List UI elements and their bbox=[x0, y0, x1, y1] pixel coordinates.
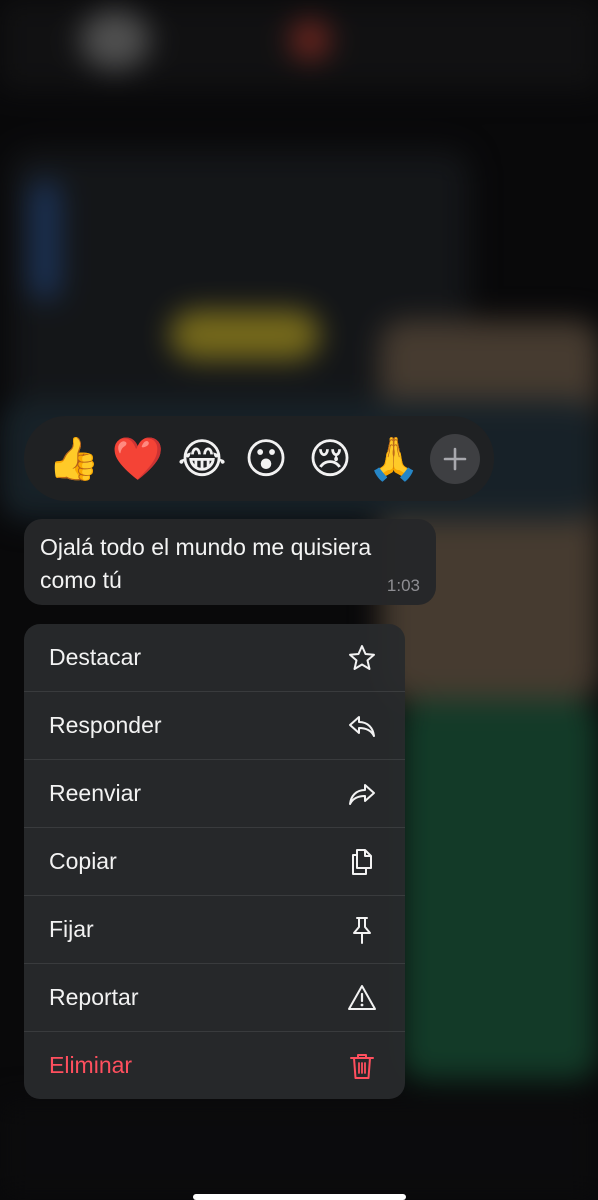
menu-item-pin[interactable]: Fijar bbox=[24, 896, 405, 964]
menu-item-label: Copiar bbox=[49, 848, 117, 874]
star-icon bbox=[347, 643, 377, 673]
message-text: Ojalá todo el mundo me quisiera como tú bbox=[40, 534, 372, 593]
home-indicator bbox=[193, 1194, 406, 1200]
menu-item-label: Reportar bbox=[49, 984, 139, 1010]
copy-icon bbox=[347, 847, 377, 877]
forward-icon bbox=[347, 779, 377, 809]
reaction-thumbs-up[interactable]: 👍 bbox=[42, 437, 106, 480]
plus-icon bbox=[443, 447, 467, 470]
trash-icon bbox=[347, 1051, 377, 1081]
message-bubble[interactable]: Ojalá todo el mundo me quisiera como tú … bbox=[24, 519, 436, 605]
reaction-tears-of-joy[interactable]: 😂 bbox=[170, 437, 234, 480]
reaction-open-mouth[interactable]: 😮 bbox=[234, 437, 298, 480]
reaction-red-heart[interactable]: ❤️ bbox=[106, 437, 170, 480]
menu-item-report[interactable]: Reportar bbox=[24, 964, 405, 1032]
menu-item-label: Eliminar bbox=[49, 1052, 133, 1078]
menu-item-label: Fijar bbox=[49, 916, 94, 942]
menu-item-label: Destacar bbox=[49, 644, 142, 670]
menu-item-label: Responder bbox=[49, 712, 162, 738]
more-reactions-button[interactable] bbox=[430, 433, 480, 484]
reaction-crying-face[interactable]: 😢 bbox=[298, 437, 362, 480]
menu-item-forward[interactable]: Reenviar bbox=[24, 760, 405, 828]
warning-icon bbox=[347, 983, 377, 1013]
menu-item-reply[interactable]: Responder bbox=[24, 692, 405, 760]
message-time: 1:03 bbox=[386, 576, 420, 595]
menu-item-copy[interactable]: Copiar bbox=[24, 828, 405, 896]
reply-icon bbox=[347, 711, 377, 741]
menu-item-delete[interactable]: Eliminar bbox=[24, 1032, 405, 1099]
pin-icon bbox=[347, 915, 377, 945]
menu-item-label: Reenviar bbox=[49, 780, 142, 806]
menu-item-star[interactable]: Destacar bbox=[24, 624, 405, 692]
reaction-bar: 👍 ❤️ 😂 😮 😢 🙏 bbox=[24, 416, 494, 501]
message-context-menu: Destacar Responder Reenviar Copiar Fijar… bbox=[24, 624, 405, 1099]
reaction-folded-hands[interactable]: 🙏 bbox=[362, 437, 426, 480]
